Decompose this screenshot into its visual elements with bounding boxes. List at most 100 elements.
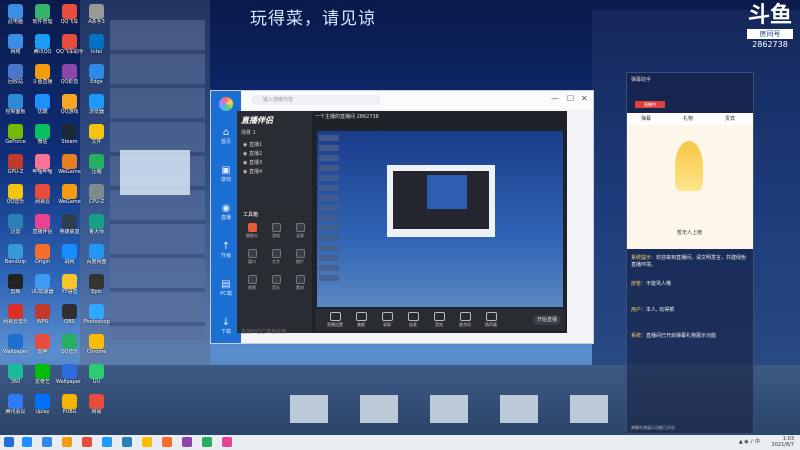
bottom-tool-button[interactable]: 音效	[429, 312, 449, 328]
taskbar-app-icon[interactable]	[202, 437, 212, 447]
bottom-tool-button[interactable]: 连麦	[403, 312, 423, 328]
bottom-tool-button[interactable]: 录屏	[377, 312, 397, 328]
taskbar-app-icon[interactable]	[82, 437, 92, 447]
search-input[interactable]: 输入搜索内容	[251, 95, 381, 105]
taskbar-app-icon[interactable]	[162, 437, 172, 447]
tool-button[interactable]: 全屏	[293, 223, 307, 239]
desktop-icon[interactable]: 此电脑	[2, 4, 29, 30]
desktop-icon[interactable]: WeGame	[56, 154, 83, 180]
desktop-icon[interactable]: 爱奇艺	[29, 364, 56, 390]
desktop-icon[interactable]: 腾讯QQ	[29, 34, 56, 60]
taskbar-app-icon[interactable]	[102, 437, 112, 447]
desktop-icon[interactable]: 优酷	[29, 94, 56, 120]
desktop-icon[interactable]: 回收站	[2, 64, 29, 90]
desktop-icon[interactable]: 文件	[83, 124, 110, 150]
minimize-icon[interactable]: —	[551, 94, 559, 103]
taskbar-app-icon[interactable]	[222, 437, 232, 447]
desktop-icon[interactable]: GPU-Z	[2, 154, 29, 180]
desktop-icon[interactable]: Chrome	[83, 334, 110, 360]
maximize-icon[interactable]: ☐	[567, 94, 574, 103]
desktop-icon[interactable]: QQ音乐	[56, 334, 83, 360]
taskbar-app-icon[interactable]	[122, 437, 132, 447]
desktop-icon[interactable]: 英雄联盟	[56, 214, 83, 240]
desktop-icon[interactable]: Origin	[29, 244, 56, 270]
desktop-icon[interactable]: 网络	[2, 34, 29, 60]
desktop-icon[interactable]: 网易云	[29, 184, 56, 210]
desktop-icon[interactable]: 战网	[56, 244, 83, 270]
desktop-icon[interactable]: 哔哩哔哩	[29, 154, 56, 180]
bottom-tool-button[interactable]: 麦克风	[455, 312, 475, 328]
desktop-icon[interactable]: Steam	[56, 124, 83, 150]
streaming-app-window[interactable]: 输入搜索内容 — ☐ ✕ ⌂ 首页 ▣ 游戏 ◉ 直播 ↑ 升级 ▤ PC端 ↓ 下载 直播伴侣 场景…	[210, 90, 594, 344]
scene-item[interactable]: ◉ 直播2	[243, 150, 262, 157]
desktop-icon[interactable]: Photoshop	[83, 304, 110, 330]
desktop-icon[interactable]: Uplay	[29, 394, 56, 420]
taskbar-app-icon[interactable]	[42, 437, 52, 447]
desktop-icon[interactable]: OBS	[56, 304, 83, 330]
live-preview[interactable]	[317, 131, 563, 307]
desktop-icon[interactable]: GeForce	[2, 124, 29, 150]
desktop-icon[interactable]: 腾讯会议	[2, 394, 29, 420]
clock[interactable]: 1:03 2021/8/7	[772, 436, 794, 448]
tool-button[interactable]: 文字	[269, 249, 283, 265]
desktop-icon[interactable]: PUBG	[56, 394, 83, 420]
desktop-icon[interactable]: 控制面板	[2, 94, 29, 120]
desktop-icon[interactable]: Wallpaper Engine	[56, 364, 83, 390]
taskbar-app-icon[interactable]	[142, 437, 152, 447]
tab-gift[interactable]: 礼物	[683, 115, 693, 122]
desktop-icon[interactable]: 直播伴侣	[29, 214, 56, 240]
desktop-icon[interactable]: 网易云音乐	[2, 304, 29, 330]
desktop-icon[interactable]: 微信	[29, 124, 56, 150]
scene-item[interactable]: ◉ 直播4	[243, 168, 262, 175]
desktop-icon[interactable]: 浏览器	[83, 94, 110, 120]
desktop-icon[interactable]: QQ音乐	[2, 184, 29, 210]
start-live-button[interactable]: 开始直播	[533, 315, 561, 325]
desktop-icon[interactable]: 迅雷	[2, 214, 29, 240]
bottom-tool-button[interactable]: 直播设置	[325, 312, 345, 328]
desktop-icon[interactable]: Edge	[83, 64, 110, 90]
desktop-icon[interactable]: UU	[83, 364, 110, 390]
desktop-icon[interactable]: UU加速器	[29, 274, 56, 300]
desktop-icon[interactable]: Intel	[83, 34, 110, 60]
tool-button[interactable]: 音乐	[269, 275, 283, 291]
scene-item[interactable]: ◉ 直播1	[243, 141, 262, 148]
desktop-icon[interactable]: A杀手3	[83, 4, 110, 30]
desktop-icon[interactable]: Bandizip	[2, 244, 29, 270]
desktop-icon[interactable]: QQ飞车	[56, 4, 83, 30]
desktop-icon[interactable]: WeGame	[56, 184, 83, 210]
desktop-icon[interactable]: 鲁大师	[83, 214, 110, 240]
desktop-icon[interactable]: 网易	[83, 394, 110, 420]
tab-vip[interactable]: 贵宾	[725, 115, 735, 122]
desktop-icon[interactable]: WPS	[29, 304, 56, 330]
desktop-icon[interactable]: 百度网盘	[83, 244, 110, 270]
start-icon[interactable]	[4, 437, 14, 447]
close-icon[interactable]: ✕	[581, 94, 588, 103]
scene-tab[interactable]: 场景 1	[241, 129, 256, 136]
desktop-icon[interactable]: 斗鱼直播	[29, 64, 56, 90]
desktop-icon[interactable]: QQ影音	[56, 64, 83, 90]
desktop-icon[interactable]: QQ飞车助手	[56, 34, 83, 60]
desktop-icon[interactable]: 雷神	[29, 334, 56, 360]
tab-danmaku[interactable]: 弹幕	[641, 115, 651, 122]
tool-button[interactable]: 视频	[245, 275, 259, 291]
tool-button[interactable]: 素材	[293, 275, 307, 291]
desktop-icon[interactable]: 软件管理	[29, 4, 56, 30]
taskbar-app-icon[interactable]	[22, 437, 32, 447]
taskbar-app-icon[interactable]	[62, 437, 72, 447]
window-titlebar[interactable]: 输入搜索内容 — ☐ ✕	[211, 91, 593, 109]
tool-button[interactable]: 窗口	[245, 249, 259, 265]
desktop-icon[interactable]: Epic	[83, 274, 110, 300]
taskbar-app-icon[interactable]	[182, 437, 192, 447]
desktop-icon[interactable]: 360	[2, 364, 29, 390]
scene-item[interactable]: ◉ 直播3	[243, 159, 262, 166]
tool-button[interactable]: 摄像头	[245, 223, 259, 239]
tray-icons[interactable]: ▲ ◉ ♪ 中	[739, 438, 760, 445]
desktop-icon[interactable]: CPU-Z	[83, 184, 110, 210]
desktop-icon[interactable]: YY语音	[56, 274, 83, 300]
desktop-icon[interactable]: 压缩	[83, 154, 110, 180]
tool-button[interactable]: 图片	[293, 249, 307, 265]
bottom-tool-button[interactable]: 美颜	[351, 312, 371, 328]
bottom-tool-button[interactable]: 扬声器	[481, 312, 501, 328]
tool-button[interactable]: 游戏	[269, 223, 283, 239]
desktop-icon[interactable]: QQ游戏	[56, 94, 83, 120]
